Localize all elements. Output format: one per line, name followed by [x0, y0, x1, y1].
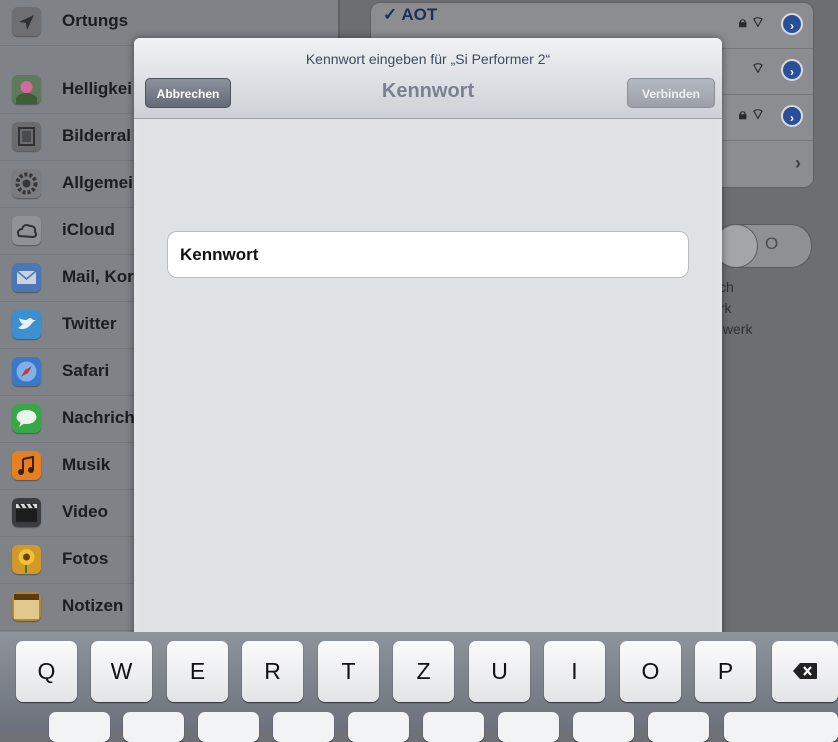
- key[interactable]: [423, 712, 484, 742]
- key[interactable]: [123, 712, 184, 742]
- key-e[interactable]: E: [167, 641, 228, 702]
- key[interactable]: [49, 712, 110, 742]
- sidebar-item-label: Musik: [62, 455, 111, 474]
- brightness-flower-icon: [12, 75, 41, 104]
- sidebar-item-label: Fotos: [62, 549, 109, 568]
- location-icon: [12, 7, 41, 36]
- key-o[interactable]: O: [620, 641, 681, 702]
- sidebar-item-label: Safari: [62, 361, 110, 380]
- lock-wifi-icon: 🔒︎ ⌔: [738, 106, 765, 123]
- password-label: Kennwort: [180, 245, 259, 264]
- ask-to-join-switch[interactable]: O: [714, 224, 812, 268]
- key[interactable]: [573, 712, 634, 742]
- wifi-icon: ⌔: [750, 60, 765, 77]
- picture-frame-icon: [12, 122, 41, 151]
- safari-compass-icon: [12, 357, 41, 386]
- notes-pad-icon: [12, 592, 41, 621]
- key-q[interactable]: Q: [16, 641, 77, 702]
- modal-prompt: Kennwort eingeben für „Si Performer 2“: [305, 51, 551, 67]
- key-w[interactable]: W: [91, 641, 152, 702]
- return-key[interactable]: [724, 712, 838, 742]
- modal-navigation-bar: Kennwort eingeben für „Si Performer 2“ K…: [134, 38, 722, 119]
- sidebar-item-label: Video: [62, 502, 108, 521]
- detail-disclosure-button[interactable]: ›: [781, 13, 803, 35]
- key[interactable]: [648, 712, 709, 742]
- sunflower-icon: [12, 545, 41, 574]
- onscreen-keyboard: Q W E R T Z U I O P: [0, 632, 838, 742]
- sidebar-item-label: Helligkei: [62, 79, 132, 98]
- sidebar-item-label: Twitter: [62, 314, 117, 333]
- key-u[interactable]: U: [469, 641, 530, 702]
- password-modal: Kennwort eingeben für „Si Performer 2“ K…: [134, 38, 722, 640]
- key[interactable]: [498, 712, 559, 742]
- sidebar-item-label: Ortungs: [62, 11, 129, 30]
- gear-icon: [12, 169, 41, 198]
- video-clapper-icon: [12, 498, 41, 527]
- detail-disclosure-button[interactable]: ›: [781, 105, 803, 127]
- backspace-icon: [793, 663, 817, 679]
- chevron-right-icon: ›: [795, 153, 801, 173]
- modal-body: Kennwort: [134, 119, 722, 640]
- key-p[interactable]: P: [695, 641, 756, 702]
- connect-button[interactable]: Verbinden: [627, 78, 715, 108]
- cloud-icon: [12, 216, 41, 245]
- key-t[interactable]: T: [318, 641, 379, 702]
- detail-disclosure-button[interactable]: ›: [781, 59, 803, 81]
- delete-key[interactable]: [772, 641, 838, 702]
- key-r[interactable]: R: [242, 641, 303, 702]
- key[interactable]: [198, 712, 259, 742]
- music-note-icon: [12, 451, 41, 480]
- sidebar-item-label: Nachrich: [62, 408, 135, 427]
- key-i[interactable]: I: [544, 641, 605, 702]
- sidebar-item-label: Mail, Kor: [62, 267, 134, 286]
- sidebar-item-label: Allgemei: [62, 173, 133, 192]
- key[interactable]: [273, 712, 334, 742]
- twitter-bird-icon: [12, 310, 41, 339]
- sidebar-item-label: Bilderral: [62, 126, 131, 145]
- messages-bubble-icon: [12, 404, 41, 433]
- wifi-network-name: ✓ AOT: [383, 5, 438, 24]
- key[interactable]: [348, 712, 409, 742]
- mail-icon: [12, 263, 41, 292]
- password-field[interactable]: Kennwort: [167, 231, 689, 278]
- key-z[interactable]: Z: [393, 641, 454, 702]
- cancel-button[interactable]: Abbrechen: [145, 78, 231, 108]
- lock-wifi-icon: 🔒︎ ⌔: [738, 14, 765, 31]
- sidebar-item-label: iCloud: [62, 220, 115, 239]
- sidebar-item-label: Notizen: [62, 596, 124, 615]
- switch-off-label: O: [765, 234, 779, 253]
